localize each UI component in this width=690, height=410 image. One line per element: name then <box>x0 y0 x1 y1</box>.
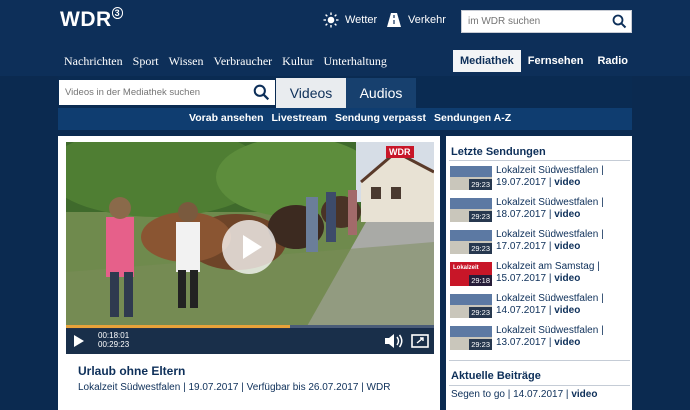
list-item[interactable]: Lokalzeit 29:18 Lokalzeit am Samstag | 15.… <box>450 261 632 291</box>
nav-unterhaltung[interactable]: Unterhaltung <box>324 54 387 69</box>
nav-sport[interactable]: Sport <box>133 54 159 69</box>
search-icon[interactable] <box>253 84 270 101</box>
tab-videos[interactable]: Videos <box>276 78 346 108</box>
video-player[interactable]: WDR 00:18:01 00:29:23 <box>66 142 434 354</box>
fullscreen-icon[interactable] <box>411 334 429 348</box>
site-search-input[interactable] <box>462 11 602 32</box>
search-icon[interactable] <box>612 14 627 29</box>
divider <box>449 385 630 386</box>
subnav-vorab[interactable]: Vorab ansehen <box>189 112 264 124</box>
traffic-label: Verkehr <box>408 14 446 26</box>
thumbnail: 29:23 <box>450 326 492 350</box>
list-item[interactable]: 29:23 Lokalzeit Südwestfalen | 19.07.2017… <box>450 165 632 195</box>
nav-fernsehen[interactable]: Fernsehen <box>521 50 591 72</box>
thumbnail: 29:23 <box>450 166 492 190</box>
nav-wissen[interactable]: Wissen <box>169 54 204 69</box>
play-icon[interactable] <box>72 334 86 348</box>
wdr-badge: WDR <box>386 146 414 158</box>
nav-radio[interactable]: Radio <box>590 50 635 72</box>
player-controls: 00:18:01 00:29:23 <box>66 328 434 354</box>
list-item-text: Lokalzeit Südwestfalen | 13.07.2017 | vid… <box>496 325 604 348</box>
traffic-link[interactable]: Verkehr <box>386 12 446 28</box>
list-item[interactable]: 29:23 Lokalzeit Südwestfalen | 18.07.2017… <box>450 197 632 227</box>
nav-mediathek[interactable]: Mediathek <box>453 50 521 72</box>
road-icon <box>387 13 401 27</box>
video-title: Urlaub ohne Eltern <box>78 364 186 378</box>
subnav-a-z[interactable]: Sendungen A-Z <box>434 112 511 124</box>
nav-nachrichten[interactable]: Nachrichten <box>64 54 123 69</box>
recent-heading: Letzte Sendungen <box>451 146 546 158</box>
weather-link[interactable]: Wetter <box>323 12 377 28</box>
time-display: 00:18:01 00:29:23 <box>98 331 129 349</box>
play-overlay-button[interactable] <box>222 220 276 274</box>
volume-icon[interactable] <box>384 333 404 349</box>
list-item-text: Lokalzeit Südwestfalen | 18.07.2017 | vid… <box>496 197 604 220</box>
list-item-text: Lokalzeit am Samstag | 15.07.2017 | video <box>496 261 600 284</box>
nav-verbraucher[interactable]: Verbraucher <box>214 54 273 69</box>
thumbnail: Lokalzeit 29:18 <box>450 262 492 286</box>
list-item[interactable]: 29:23 Lokalzeit Südwestfalen | 13.07.2017… <box>450 325 632 355</box>
mediathek-subnav: Vorab ansehen Livestream Sendung verpass… <box>58 108 632 130</box>
divider <box>449 160 630 161</box>
mediathek-search-input[interactable] <box>59 80 244 105</box>
current-time: 00:18:01 <box>98 331 130 340</box>
sun-icon <box>323 12 339 28</box>
main-nav: Nachrichten Sport Wissen Verbraucher Kul… <box>64 54 397 69</box>
subnav-livestream[interactable]: Livestream <box>272 112 327 124</box>
list-item-text: Lokalzeit Südwestfalen | 19.07.2017 | vid… <box>496 165 604 188</box>
play-icon <box>243 235 262 259</box>
divider <box>449 360 630 361</box>
right-nav: Mediathek Fernsehen Radio <box>453 50 635 72</box>
thumbnail: 29:23 <box>450 198 492 222</box>
weather-label: Wetter <box>345 14 378 26</box>
list-item-text: Lokalzeit Südwestfalen | 14.07.2017 | vid… <box>496 293 604 316</box>
mediathek-search <box>59 80 275 105</box>
list-item[interactable]: 29:23 Lokalzeit Südwestfalen | 17.07.2017… <box>450 229 632 259</box>
site-search <box>461 10 632 33</box>
subnav-verpasst[interactable]: Sendung verpasst <box>335 112 426 124</box>
list-item[interactable]: Segen to go | 14.07.2017 | video <box>451 389 597 400</box>
nav-kultur[interactable]: Kultur <box>282 54 313 69</box>
tab-audios[interactable]: Audios <box>346 78 416 108</box>
list-item[interactable]: 29:23 Lokalzeit Südwestfalen | 14.07.2017… <box>450 293 632 323</box>
current-heading: Aktuelle Beiträge <box>451 370 541 382</box>
thumbnail: 29:23 <box>450 294 492 318</box>
wdr-logo[interactable]: WDR 3 <box>60 7 124 32</box>
thumbnail: 29:23 <box>450 230 492 254</box>
video-meta: Lokalzeit Südwestfalen | 19.07.2017 | Ve… <box>78 382 391 393</box>
total-time: 00:29:23 <box>98 340 130 349</box>
list-item-text: Lokalzeit Südwestfalen | 17.07.2017 | vid… <box>496 229 604 252</box>
